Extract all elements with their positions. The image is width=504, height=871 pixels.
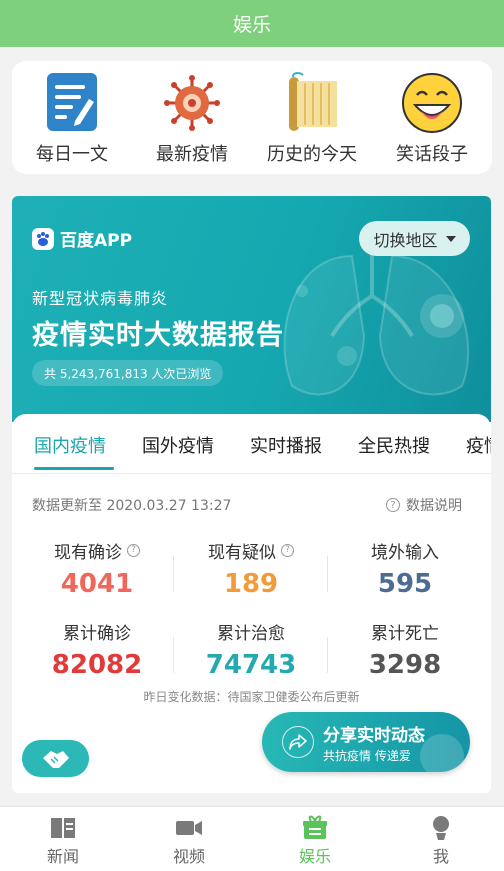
- person-icon: [433, 816, 449, 840]
- brand-logo: 百度APP: [32, 226, 132, 251]
- banner-subtitle: 新型冠状病毒肺炎: [32, 289, 169, 308]
- virus-icon: [164, 75, 220, 131]
- book-icon: [51, 818, 75, 838]
- handshake-button[interactable]: [22, 740, 89, 777]
- stat-label: 累计死亡: [371, 623, 439, 644]
- shortcut-row: 每日一文 最新疫情 历史的今天 笑话段子: [12, 61, 492, 174]
- stat-label: 累计治愈: [217, 623, 285, 644]
- video-camera-icon: [176, 821, 202, 835]
- data-explain-link[interactable]: ? 数据说明: [386, 495, 462, 515]
- caret-down-icon: [445, 235, 456, 242]
- banner-headline: 疫情实时大数据报告: [32, 320, 284, 351]
- nav-label: 视频: [172, 847, 205, 866]
- epidemic-panel: 百度APP 切换地区 新型冠状病毒肺炎 疫情实时大数据报告 共 5,243,76…: [12, 196, 491, 793]
- stat-value: 595: [377, 569, 433, 599]
- share-title: 分享实时动态: [323, 726, 425, 746]
- stat-total-deaths: 累计死亡 3298: [335, 621, 475, 681]
- nav-news[interactable]: 新闻: [0, 807, 126, 871]
- stat-value: 82082: [51, 650, 143, 680]
- switch-region-label: 切换地区: [373, 230, 438, 250]
- epidemic-tabs: 国内疫情 国外疫情 实时播报 全民热搜 疫情: [12, 414, 491, 474]
- stat-label: 现有确诊: [54, 542, 122, 563]
- top-bar: 娱乐: [0, 0, 504, 47]
- smiley-icon: [402, 73, 462, 133]
- divider: [327, 556, 328, 592]
- update-time: 数据更新至 2020.03.27 13:27: [32, 498, 232, 514]
- stat-label: 现有疑似: [208, 542, 276, 563]
- shortcut-label: 每日一文: [36, 144, 108, 165]
- divider: [173, 556, 174, 592]
- stat-current-confirmed: 现有确诊? 4041: [27, 540, 167, 599]
- handshake-icon: [42, 750, 69, 768]
- tab-hot-search[interactable]: 全民热搜: [358, 432, 430, 458]
- switch-region-button[interactable]: 切换地区: [359, 221, 470, 256]
- help-icon[interactable]: ?: [127, 543, 140, 557]
- epidemic-banner: 百度APP 切换地区 新型冠状病毒肺炎 疫情实时大数据报告 共 5,243,76…: [12, 196, 491, 422]
- stat-imported: 境外输入 595: [335, 540, 475, 600]
- brand-name: 百度APP: [60, 231, 133, 251]
- nav-me[interactable]: 我: [378, 807, 504, 871]
- scroll-icon: [289, 72, 337, 131]
- nav-label: 我: [432, 847, 449, 866]
- stat-value: 74743: [205, 650, 297, 680]
- stat-value: 3298: [368, 650, 442, 680]
- stat-label: 累计确诊: [63, 623, 131, 644]
- divider: [173, 637, 174, 673]
- shortcut-daily-article[interactable]: 每日一文: [12, 61, 132, 174]
- shortcut-latest-epidemic[interactable]: 最新疫情: [132, 61, 252, 174]
- data-explain-label: 数据说明: [406, 498, 462, 514]
- tab-domestic[interactable]: 国内疫情: [34, 432, 106, 458]
- stat-value: 4041: [60, 569, 134, 599]
- stat-total-recovered: 累计治愈 74743: [181, 621, 321, 681]
- tab-live[interactable]: 实时播报: [250, 432, 322, 458]
- view-count: 共 5,243,761,813 人次已浏览: [32, 360, 224, 386]
- nav-label: 娱乐: [298, 847, 331, 866]
- share-arrow-icon: [282, 726, 314, 758]
- bottom-nav: 新闻 视频 娱乐 我: [0, 806, 504, 871]
- nav-entertainment[interactable]: 娱乐: [252, 807, 378, 871]
- tab-epidemic-more[interactable]: 疫情: [466, 432, 491, 458]
- shortcut-history-today[interactable]: 历史的今天: [252, 61, 372, 174]
- update-note: 昨日变化数据：待国家卫健委公布后更新: [143, 690, 360, 704]
- active-tab-indicator: [34, 467, 114, 470]
- share-subtitle: 共抗疫情 传递爱: [323, 749, 411, 763]
- tab-international[interactable]: 国外疫情: [142, 432, 214, 458]
- gift-icon: [303, 815, 327, 839]
- shortcut-label: 历史的今天: [267, 144, 357, 165]
- share-button[interactable]: 分享实时动态 共抗疫情 传递爱: [262, 712, 470, 772]
- shortcut-jokes[interactable]: 笑话段子: [372, 61, 492, 174]
- nav-video[interactable]: 视频: [126, 807, 252, 871]
- notepad-icon: [47, 73, 97, 131]
- stat-total-confirmed: 累计确诊 82082: [27, 621, 167, 681]
- shortcut-label: 笑话段子: [396, 144, 468, 165]
- nav-label: 新闻: [46, 847, 79, 866]
- question-icon: ?: [386, 498, 400, 512]
- stat-value: 189: [223, 569, 279, 599]
- help-icon[interactable]: ?: [281, 543, 294, 557]
- decor-bubble: [420, 734, 464, 772]
- page-title: 娱乐: [232, 14, 271, 36]
- paw-icon: [32, 227, 54, 250]
- divider: [327, 637, 328, 673]
- stat-label: 境外输入: [371, 542, 439, 563]
- stat-current-suspected: 现有疑似? 189: [181, 540, 321, 599]
- shortcut-label: 最新疫情: [156, 144, 228, 165]
